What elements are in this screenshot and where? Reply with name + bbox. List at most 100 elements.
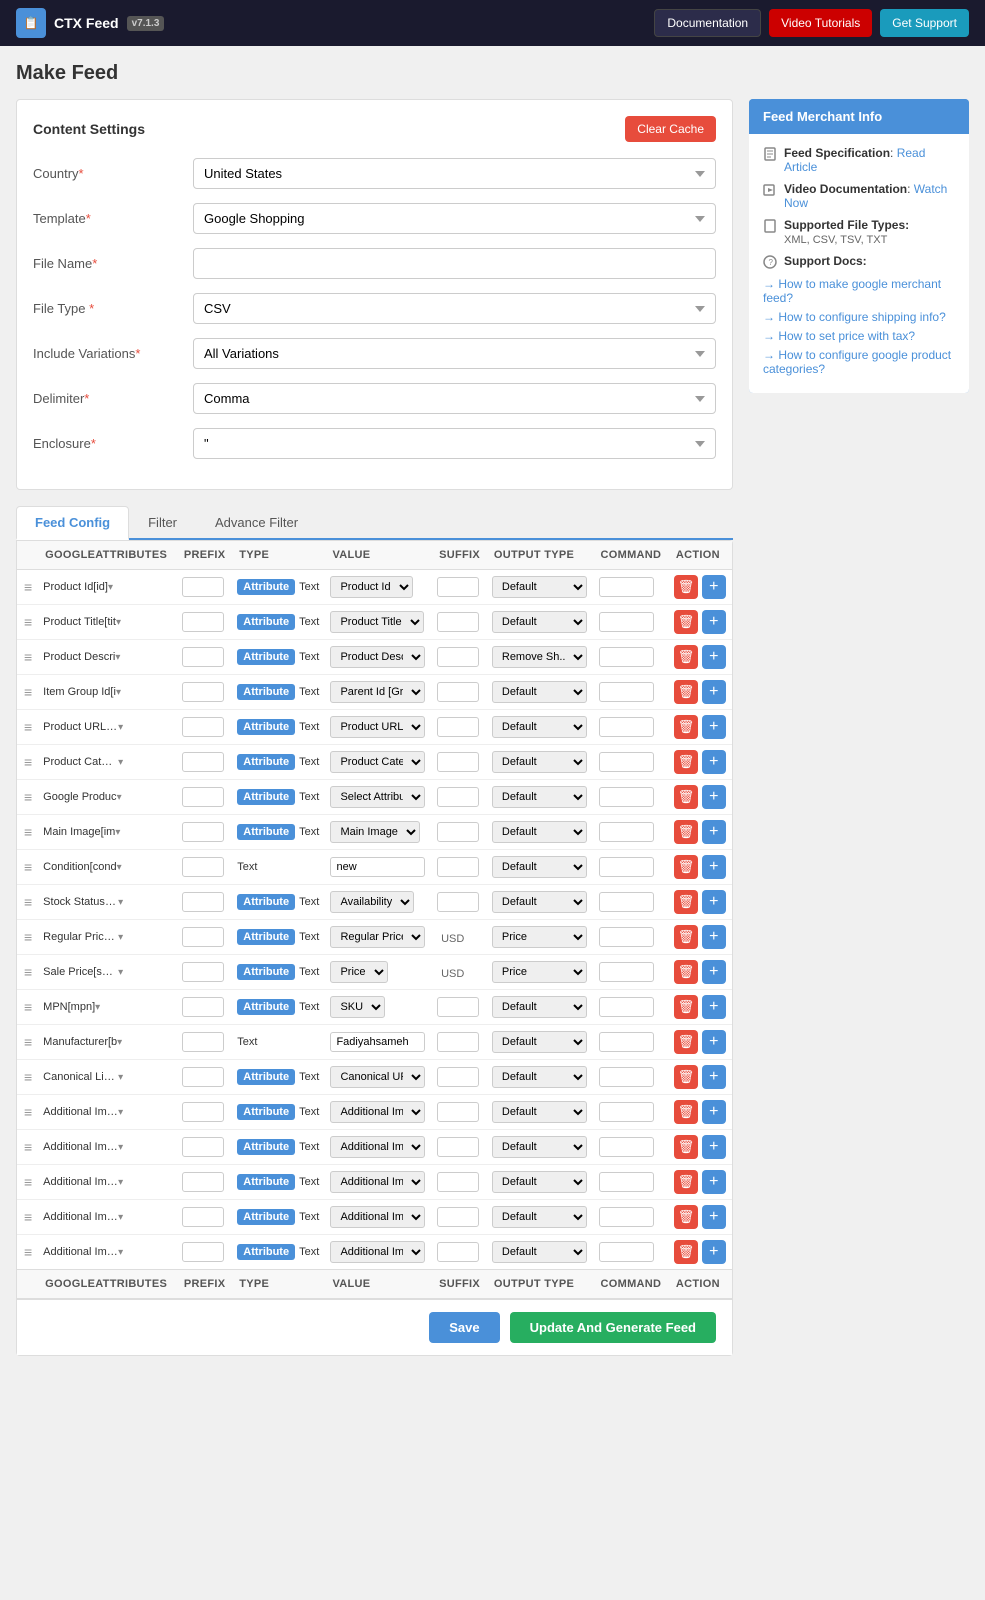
add-row-button[interactable]: + <box>702 1100 726 1124</box>
get-support-button[interactable]: Get Support <box>880 9 969 37</box>
prefix-input[interactable] <box>182 577 224 597</box>
command-input[interactable] <box>599 577 654 597</box>
attr-chevron-icon[interactable]: ▾ <box>117 792 122 803</box>
value-select[interactable]: Product Title <box>330 611 424 633</box>
command-input[interactable] <box>599 1242 654 1262</box>
drag-handle[interactable]: ≡ <box>17 885 39 920</box>
prefix-input[interactable] <box>182 787 224 807</box>
add-row-button[interactable]: + <box>702 1205 726 1229</box>
suffix-input[interactable] <box>437 1137 479 1157</box>
delete-row-button[interactable]: 🗑 <box>674 1065 698 1089</box>
enclosure-select[interactable]: " <box>193 428 716 459</box>
add-row-button[interactable]: + <box>702 855 726 879</box>
suffix-input[interactable] <box>437 577 479 597</box>
output-type-select[interactable]: Price <box>492 961 587 983</box>
delete-row-button[interactable]: 🗑 <box>674 715 698 739</box>
prefix-input[interactable] <box>182 997 224 1017</box>
command-input[interactable] <box>599 752 654 772</box>
suffix-input[interactable] <box>437 752 479 772</box>
command-input[interactable] <box>599 1172 654 1192</box>
drag-handle[interactable]: ≡ <box>17 1165 39 1200</box>
prefix-input[interactable] <box>182 612 224 632</box>
attr-chevron-icon[interactable]: ▾ <box>118 1177 123 1188</box>
prefix-input[interactable] <box>182 962 224 982</box>
prefix-input[interactable] <box>182 1137 224 1157</box>
output-type-select[interactable]: Price <box>492 926 587 948</box>
suffix-input[interactable] <box>437 1102 479 1122</box>
add-row-button[interactable]: + <box>702 1065 726 1089</box>
delete-row-button[interactable]: 🗑 <box>674 680 698 704</box>
drag-handle[interactable]: ≡ <box>17 920 39 955</box>
value-select[interactable]: Price <box>330 961 388 983</box>
help-link-4[interactable]: How to configure google product categori… <box>763 348 955 376</box>
attr-chevron-icon[interactable]: ▾ <box>118 1212 123 1223</box>
output-type-select[interactable]: Default <box>492 996 587 1018</box>
value-select[interactable]: Additional Imag <box>330 1171 425 1193</box>
command-input[interactable] <box>599 682 654 702</box>
output-type-select[interactable]: Default <box>492 821 587 843</box>
drag-handle[interactable]: ≡ <box>17 990 39 1025</box>
delete-row-button[interactable]: 🗑 <box>674 575 698 599</box>
prefix-input[interactable] <box>182 752 224 772</box>
command-input[interactable] <box>599 1102 654 1122</box>
value-select[interactable]: Product Id <box>330 576 413 598</box>
delete-row-button[interactable]: 🗑 <box>674 1030 698 1054</box>
add-row-button[interactable]: + <box>702 960 726 984</box>
add-row-button[interactable]: + <box>702 715 726 739</box>
attr-chevron-icon[interactable]: ▾ <box>116 687 121 698</box>
output-type-select[interactable]: Default <box>492 1171 587 1193</box>
command-input[interactable] <box>599 822 654 842</box>
command-input[interactable] <box>599 612 654 632</box>
command-input[interactable] <box>599 647 654 667</box>
command-input[interactable] <box>599 787 654 807</box>
delete-row-button[interactable]: 🗑 <box>674 1135 698 1159</box>
value-select[interactable]: Additional Imag <box>330 1241 425 1263</box>
value-select[interactable]: Product Catego <box>330 751 425 773</box>
drag-icon[interactable]: ≡ <box>21 824 35 840</box>
drag-icon[interactable]: ≡ <box>21 1174 35 1190</box>
output-type-select[interactable]: Default <box>492 576 587 598</box>
save-button[interactable]: Save <box>429 1312 499 1343</box>
country-select[interactable]: United States <box>193 158 716 189</box>
suffix-input[interactable] <box>437 647 479 667</box>
prefix-input[interactable] <box>182 1067 224 1087</box>
value-select[interactable]: Regular Price <box>330 926 425 948</box>
value-select[interactable]: SKU <box>330 996 385 1018</box>
value-input[interactable] <box>330 1032 425 1052</box>
suffix-input[interactable] <box>437 612 479 632</box>
attr-chevron-icon[interactable]: ▾ <box>118 967 123 978</box>
delete-row-button[interactable]: 🗑 <box>674 750 698 774</box>
drag-icon[interactable]: ≡ <box>21 894 35 910</box>
drag-handle[interactable]: ≡ <box>17 1235 39 1270</box>
drag-icon[interactable]: ≡ <box>21 964 35 980</box>
drag-icon[interactable]: ≡ <box>21 649 35 665</box>
delete-row-button[interactable]: 🗑 <box>674 785 698 809</box>
output-type-select[interactable]: Default <box>492 681 587 703</box>
command-input[interactable] <box>599 962 654 982</box>
output-type-select[interactable]: Default <box>492 751 587 773</box>
delete-row-button[interactable]: 🗑 <box>674 960 698 984</box>
drag-icon[interactable]: ≡ <box>21 859 35 875</box>
delete-row-button[interactable]: 🗑 <box>674 1205 698 1229</box>
value-select[interactable]: Main Image <box>330 821 420 843</box>
output-type-select[interactable]: Default <box>492 716 587 738</box>
attr-chevron-icon[interactable]: ▾ <box>116 617 121 628</box>
output-type-select[interactable]: Default <box>492 611 587 633</box>
drag-icon[interactable]: ≡ <box>21 719 35 735</box>
prefix-input[interactable] <box>182 927 224 947</box>
output-type-select[interactable]: Remove Sh... <box>492 646 587 668</box>
prefix-input[interactable] <box>182 682 224 702</box>
tab-feed-config[interactable]: Feed Config <box>16 506 129 540</box>
value-select[interactable]: Additional Imag <box>330 1136 425 1158</box>
drag-handle[interactable]: ≡ <box>17 955 39 990</box>
suffix-input[interactable] <box>437 1172 479 1192</box>
suffix-input[interactable] <box>437 787 479 807</box>
drag-icon[interactable]: ≡ <box>21 789 35 805</box>
drag-icon[interactable]: ≡ <box>21 929 35 945</box>
command-input[interactable] <box>599 717 654 737</box>
update-generate-button[interactable]: Update And Generate Feed <box>510 1312 716 1343</box>
attr-chevron-icon[interactable]: ▾ <box>117 1037 122 1048</box>
attr-chevron-icon[interactable]: ▾ <box>118 722 123 733</box>
delete-row-button[interactable]: 🗑 <box>674 855 698 879</box>
attr-chevron-icon[interactable]: ▾ <box>115 827 120 838</box>
